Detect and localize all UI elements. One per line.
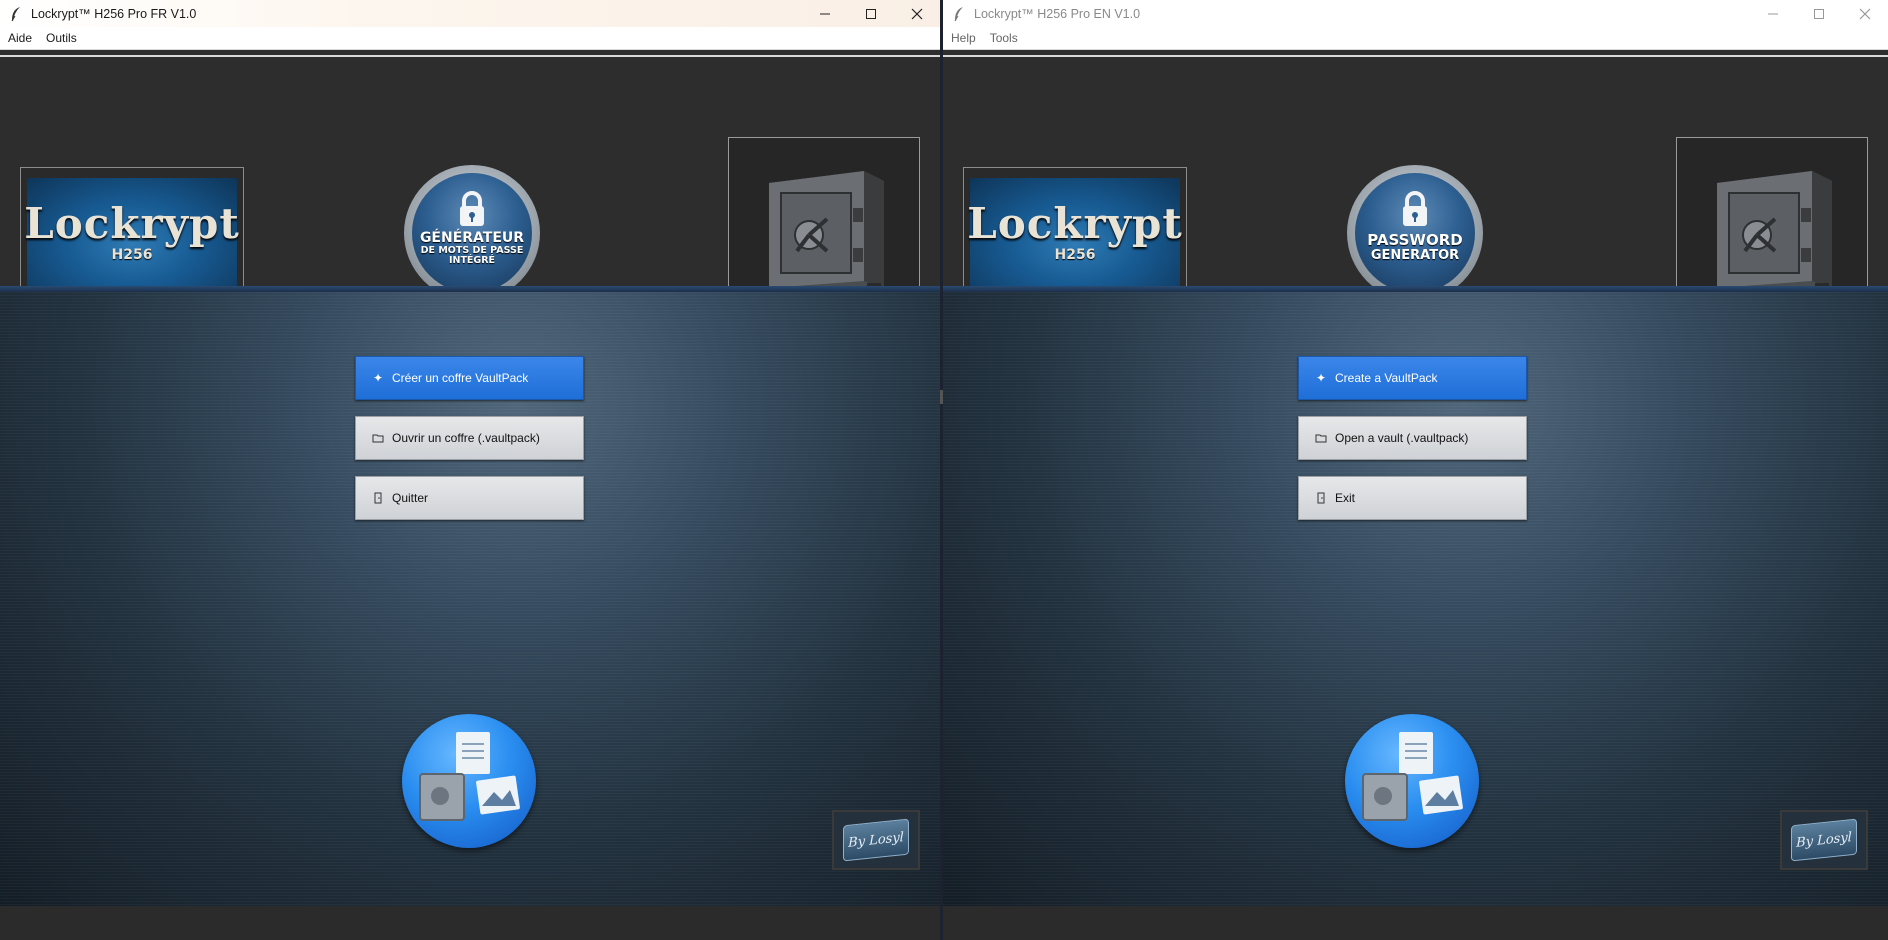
feather-icon [7,5,25,23]
by-losyl-badge: By Losyl [1780,810,1868,870]
title-bar[interactable]: Lockrypt™ H256 Pro EN V1.0 [943,0,1888,27]
header-banner: Lockrypt H256 GÉNÉRATEUR DE MOTS DE PASS… [0,57,940,328]
status-bar [0,906,940,940]
signature-text: By Losyl [1796,829,1852,851]
maximize-icon [1814,8,1824,19]
app-window-fr: Lockrypt™ H256 Pro FR V1.0 Aide Outils L… [0,0,940,940]
header-banner: Lockrypt H256 PASSWORD GENERATOR [943,57,1888,328]
files-safe-icon [402,714,536,848]
minimize-icon [1768,13,1778,14]
quit-button[interactable]: Quitter [355,476,584,520]
maximize-icon [866,8,876,19]
plus-icon: ✦ [1315,371,1327,385]
signature-text: By Losyl [848,829,904,851]
badge-line2: GENERATOR [1370,247,1460,263]
logo-sub: H256 [111,247,153,263]
open-vault-label: Open a vault (.vaultpack) [1335,431,1469,445]
create-vault-label: Créer un coffre VaultPack [392,371,529,385]
menu-bar: Help Tools [943,27,1888,50]
badge-line1: PASSWORD [1367,231,1463,249]
folder-icon [370,433,386,443]
status-bar [943,906,1888,940]
create-vault-button[interactable]: ✦ Créer un coffre VaultPack [355,356,584,400]
quit-label: Quitter [392,491,429,505]
close-icon [911,8,923,19]
minimize-button[interactable] [1750,0,1796,27]
lockrypt-logo: Lockrypt H256 [963,167,1187,299]
open-vault-button[interactable]: Open a vault (.vaultpack) [1298,416,1527,460]
create-vault-button[interactable]: ✦ Create a VaultPack [1298,356,1527,400]
exit-label: Exit [1335,491,1356,505]
files-safe-icon [1345,714,1479,848]
menu-bar: Aide Outils [0,27,940,50]
app-window-en: Lockrypt™ H256 Pro EN V1.0 Help Tools Lo… [943,0,1888,940]
create-vault-label: Create a VaultPack [1335,371,1438,385]
menu-help[interactable]: Aide [4,31,36,45]
password-generator-badge[interactable]: PASSWORD GENERATOR [1347,165,1483,301]
maximize-button[interactable] [848,0,894,27]
close-button[interactable] [1842,0,1888,27]
password-generator-badge[interactable]: GÉNÉRATEUR DE MOTS DE PASSE INTÉGRÉ [404,165,540,301]
padlock-icon [460,191,484,226]
maximize-button[interactable] [1796,0,1842,27]
logo-name: Lockrypt [967,199,1183,248]
padlock-icon [1403,191,1427,226]
close-button[interactable] [894,0,940,27]
window-title: Lockrypt™ H256 Pro EN V1.0 [974,6,1141,21]
folder-icon [1313,433,1329,443]
feather-icon [950,5,968,23]
lockrypt-logo: Lockrypt H256 [20,167,244,299]
door-icon [370,492,386,504]
title-bar[interactable]: Lockrypt™ H256 Pro FR V1.0 [0,0,940,27]
close-icon [1859,8,1871,19]
minimize-button[interactable] [802,0,848,27]
door-icon [1313,492,1329,504]
menu-tools[interactable]: Tools [986,31,1022,45]
menu-help[interactable]: Help [947,31,980,45]
logo-sub: H256 [1054,247,1096,263]
plus-icon: ✦ [372,371,384,385]
open-vault-label: Ouvrir un coffre (.vaultpack) [392,431,540,445]
logo-name: Lockrypt [24,199,240,248]
by-losyl-badge: By Losyl [832,810,920,870]
minimize-icon [820,13,830,14]
exit-button[interactable]: Exit [1298,476,1527,520]
window-title: Lockrypt™ H256 Pro FR V1.0 [31,6,197,21]
badge-line1: GÉNÉRATEUR [419,230,525,246]
open-vault-button[interactable]: Ouvrir un coffre (.vaultpack) [355,416,584,460]
badge-line3: INTÉGRÉ [448,254,496,266]
menu-tools[interactable]: Outils [42,31,81,45]
